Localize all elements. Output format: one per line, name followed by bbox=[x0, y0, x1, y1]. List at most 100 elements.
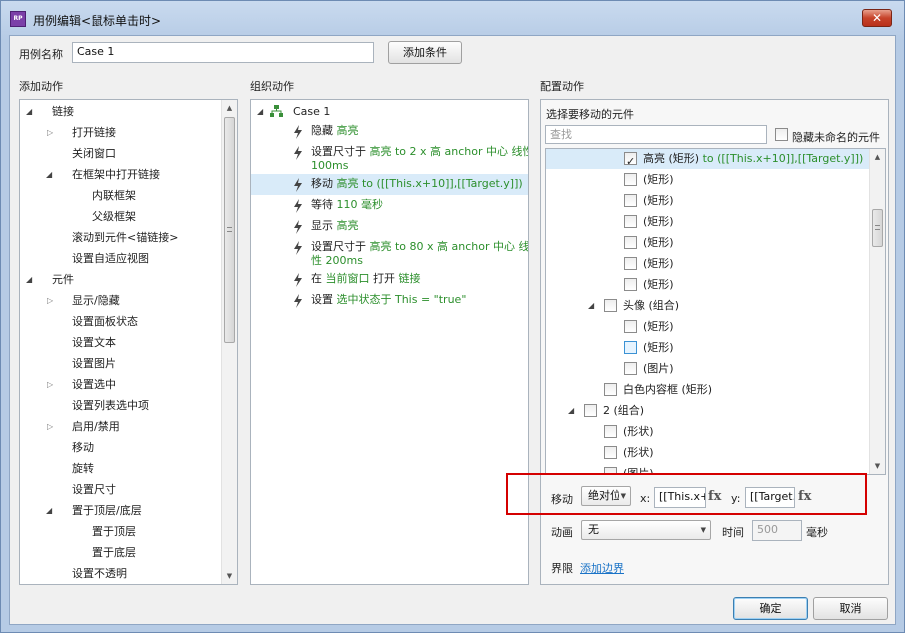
add-action-tree[interactable]: ◢ 链接 ▷ 打开链接 关闭窗口 ◢ 在框架中打开链接 内联框架 父级框架 滚动到元件<锚链接> 设… bbox=[19, 99, 238, 585]
widget-tree-item[interactable]: (矩形) bbox=[546, 232, 870, 253]
ok-button[interactable]: 确定 bbox=[733, 597, 808, 620]
expand-open-icon[interactable]: ◢ bbox=[46, 500, 52, 521]
expand-open-icon[interactable]: ◢ bbox=[568, 400, 574, 421]
widget-checkbox[interactable] bbox=[584, 404, 597, 417]
widget-tree-item[interactable]: (矩形) bbox=[546, 190, 870, 211]
add-action-item[interactable]: 父级框架 bbox=[20, 206, 220, 227]
add-action-item[interactable]: 设置列表选中项 bbox=[20, 395, 220, 416]
expand-closed-icon[interactable]: ▷ bbox=[47, 374, 53, 395]
add-action-item[interactable]: 滚动到元件<锚链接> bbox=[20, 227, 220, 248]
add-action-item[interactable]: ◢ 置于顶层/底层 bbox=[20, 500, 220, 521]
expand-open-icon[interactable]: ◢ bbox=[257, 101, 263, 122]
widget-tree[interactable]: 高亮 (矩形) to ([[This.x+10]],[[Target.y]])(… bbox=[545, 148, 886, 475]
organize-action-item[interactable]: 设置 选中状态于 This = "true" bbox=[251, 290, 528, 311]
expand-open-icon[interactable]: ◢ bbox=[588, 295, 594, 316]
add-action-item[interactable]: 设置面板状态 bbox=[20, 311, 220, 332]
add-action-item[interactable]: 设置图片 bbox=[20, 353, 220, 374]
widget-checkbox[interactable] bbox=[624, 341, 637, 354]
add-action-label: 元件 bbox=[52, 273, 74, 286]
dialog-body: 用例名称 Case 1 添加条件 添加动作 组织动作 配置动作 ◢ 链接 ▷ 打开链接… bbox=[9, 35, 896, 625]
organize-action-item[interactable]: 设置尺寸于 高亮 to 80 x 高 anchor 中心 线性 200ms bbox=[251, 237, 528, 269]
title-bar[interactable]: RP 用例编辑<鼠标单击时> ✕ bbox=[1, 1, 904, 35]
widget-tree-item[interactable]: (矩形) bbox=[546, 211, 870, 232]
widget-checkbox[interactable] bbox=[604, 425, 617, 438]
widget-checkbox[interactable] bbox=[624, 362, 637, 375]
organize-action-item[interactable]: 等待 110 毫秒 bbox=[251, 195, 528, 216]
organize-action-item[interactable]: 设置尺寸于 高亮 to 2 x 高 anchor 中心 线性 100ms bbox=[251, 142, 528, 174]
cancel-button[interactable]: 取消 bbox=[813, 597, 888, 620]
scroll-up-icon[interactable]: ▲ bbox=[870, 149, 885, 165]
add-action-item[interactable]: ◢ 链接 bbox=[20, 101, 220, 122]
case-node[interactable]: ◢ Case 1 bbox=[251, 101, 528, 122]
widget-tree-item[interactable]: (矩形) bbox=[546, 253, 870, 274]
widget-tree-item[interactable]: (图片) bbox=[546, 358, 870, 379]
add-action-scrollbar[interactable]: ▲ ▼ bbox=[221, 100, 237, 584]
widget-checkbox[interactable] bbox=[624, 215, 637, 228]
widget-checkbox[interactable] bbox=[624, 257, 637, 270]
widget-tree-item[interactable]: 白色内容框 (矩形) bbox=[546, 379, 870, 400]
add-action-item[interactable]: 设置尺寸 bbox=[20, 479, 220, 500]
add-action-item[interactable]: 旋转 bbox=[20, 458, 220, 479]
add-action-item[interactable]: 置于底层 bbox=[20, 542, 220, 563]
widget-tree-item[interactable]: (矩形) bbox=[546, 169, 870, 190]
widget-tree-item[interactable]: ◢ 头像 (组合) bbox=[546, 295, 870, 316]
scroll-thumb[interactable] bbox=[224, 117, 235, 343]
close-button[interactable]: ✕ bbox=[862, 9, 892, 27]
add-bounds-link[interactable]: 添加边界 bbox=[580, 560, 624, 576]
add-action-label: 关闭窗口 bbox=[72, 147, 116, 160]
add-action-item[interactable]: ▷ 打开链接 bbox=[20, 122, 220, 143]
widget-tree-item[interactable]: ◢ 2 (组合) bbox=[546, 400, 870, 421]
widget-tree-item[interactable]: (矩形) bbox=[546, 337, 870, 358]
add-action-item[interactable]: 设置自适应视图 bbox=[20, 248, 220, 269]
widget-tree-item[interactable]: (形状) bbox=[546, 442, 870, 463]
scroll-up-icon[interactable]: ▲ bbox=[222, 100, 237, 116]
expand-closed-icon[interactable]: ▷ bbox=[47, 122, 53, 143]
add-action-item[interactable]: ▷ 设置选中 bbox=[20, 374, 220, 395]
organize-action-item[interactable]: 在 当前窗口 打开 链接 bbox=[251, 269, 528, 290]
widget-tree-item[interactable]: (矩形) bbox=[546, 274, 870, 295]
widget-tree-item[interactable]: (形状) bbox=[546, 421, 870, 442]
animation-select[interactable]: 无 ▼ bbox=[581, 520, 711, 540]
time-input[interactable]: 500 bbox=[752, 520, 802, 541]
widget-checkbox[interactable] bbox=[604, 383, 617, 396]
organize-action-item[interactable]: 移动 高亮 to ([[This.x+10]],[[Target.y]]) bbox=[251, 174, 528, 195]
widget-checkbox[interactable] bbox=[624, 236, 637, 249]
widget-tree-item[interactable]: (矩形) bbox=[546, 316, 870, 337]
widget-checkbox[interactable] bbox=[624, 151, 637, 172]
case-name-input[interactable]: Case 1 bbox=[72, 42, 374, 63]
add-action-item[interactable]: ◢ 在框架中打开链接 bbox=[20, 164, 220, 185]
scroll-down-icon[interactable]: ▼ bbox=[222, 568, 237, 584]
hide-unnamed-checkbox[interactable] bbox=[775, 128, 788, 141]
add-action-item[interactable]: 设置不透明 bbox=[20, 563, 220, 584]
scroll-down-icon[interactable]: ▼ bbox=[870, 458, 885, 474]
add-action-item[interactable]: 置于顶层 bbox=[20, 521, 220, 542]
add-action-item[interactable]: ▷ 显示/隐藏 bbox=[20, 290, 220, 311]
widget-tree-scrollbar[interactable]: ▲ ▼ bbox=[869, 149, 885, 474]
add-action-item[interactable]: ◢ 元件 bbox=[20, 269, 220, 290]
widget-checkbox[interactable] bbox=[624, 278, 637, 291]
widget-move-target: to ([[This.x+10]],[[Target.y]]) bbox=[702, 152, 864, 165]
widget-checkbox[interactable] bbox=[624, 320, 637, 333]
widget-checkbox[interactable] bbox=[624, 194, 637, 207]
widget-search-input[interactable]: 查找 bbox=[545, 125, 767, 144]
add-condition-button[interactable]: 添加条件 bbox=[388, 41, 462, 64]
add-action-item[interactable]: ▷ 启用/禁用 bbox=[20, 416, 220, 437]
expand-open-icon[interactable]: ◢ bbox=[26, 101, 32, 122]
expand-closed-icon[interactable]: ▷ bbox=[47, 290, 53, 311]
widget-checkbox[interactable] bbox=[624, 173, 637, 186]
organize-action-item[interactable]: 显示 高亮 bbox=[251, 216, 528, 237]
add-action-item[interactable]: 设置文本 bbox=[20, 332, 220, 353]
expand-open-icon[interactable]: ◢ bbox=[46, 164, 52, 185]
expand-closed-icon[interactable]: ▷ bbox=[47, 416, 53, 437]
action-detail: 高亮 to 80 x 高 anchor 中心 线 bbox=[369, 240, 529, 253]
add-action-item[interactable]: 移动 bbox=[20, 437, 220, 458]
widget-checkbox[interactable] bbox=[604, 299, 617, 312]
add-action-item[interactable]: 内联框架 bbox=[20, 185, 220, 206]
add-action-item[interactable]: 关闭窗口 bbox=[20, 143, 220, 164]
organize-action-item[interactable]: 隐藏 高亮 bbox=[251, 121, 528, 142]
widget-checkbox[interactable] bbox=[604, 446, 617, 459]
widget-tree-item[interactable]: 高亮 (矩形) to ([[This.x+10]],[[Target.y]]) bbox=[546, 149, 870, 172]
expand-open-icon[interactable]: ◢ bbox=[26, 269, 32, 290]
scroll-thumb[interactable] bbox=[872, 209, 883, 247]
organize-action-tree[interactable]: ◢ Case 1 隐藏 高亮 设置尺寸于 高亮 to 2 x 高 anchor 中… bbox=[250, 99, 529, 585]
